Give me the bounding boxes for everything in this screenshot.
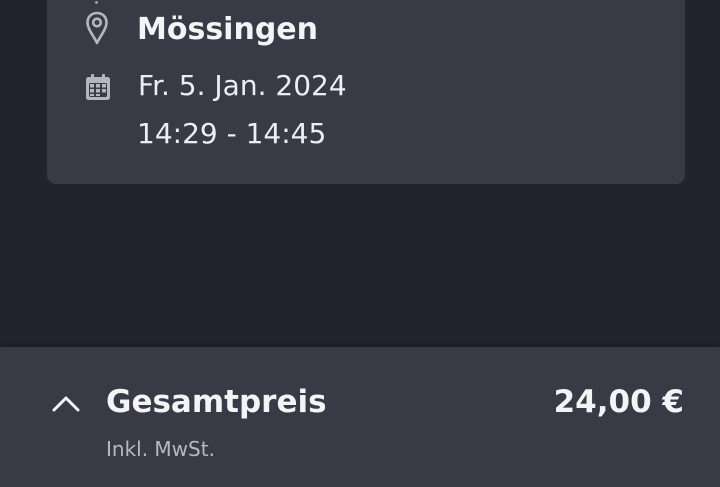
- trip-time: 14:29 - 14:45: [137, 117, 327, 150]
- vat-note: Inkl. MwSt.: [106, 437, 215, 461]
- trip-date: Fr. 5. Jan. 2024: [138, 69, 347, 102]
- stop-name: Mössingen: [137, 12, 318, 47]
- expand-price-button[interactable]: [46, 389, 86, 421]
- chevron-up-icon: [52, 396, 80, 412]
- route-dot-icon: [95, 1, 98, 4]
- map-pin-icon: [86, 11, 108, 45]
- price-summary-panel: Gesamtpreis 24,00 € Inkl. MwSt.: [0, 347, 720, 487]
- total-price-label: Gesamtpreis: [106, 384, 327, 420]
- calendar-icon: [86, 74, 110, 100]
- total-price-value: 24,00 €: [553, 384, 684, 420]
